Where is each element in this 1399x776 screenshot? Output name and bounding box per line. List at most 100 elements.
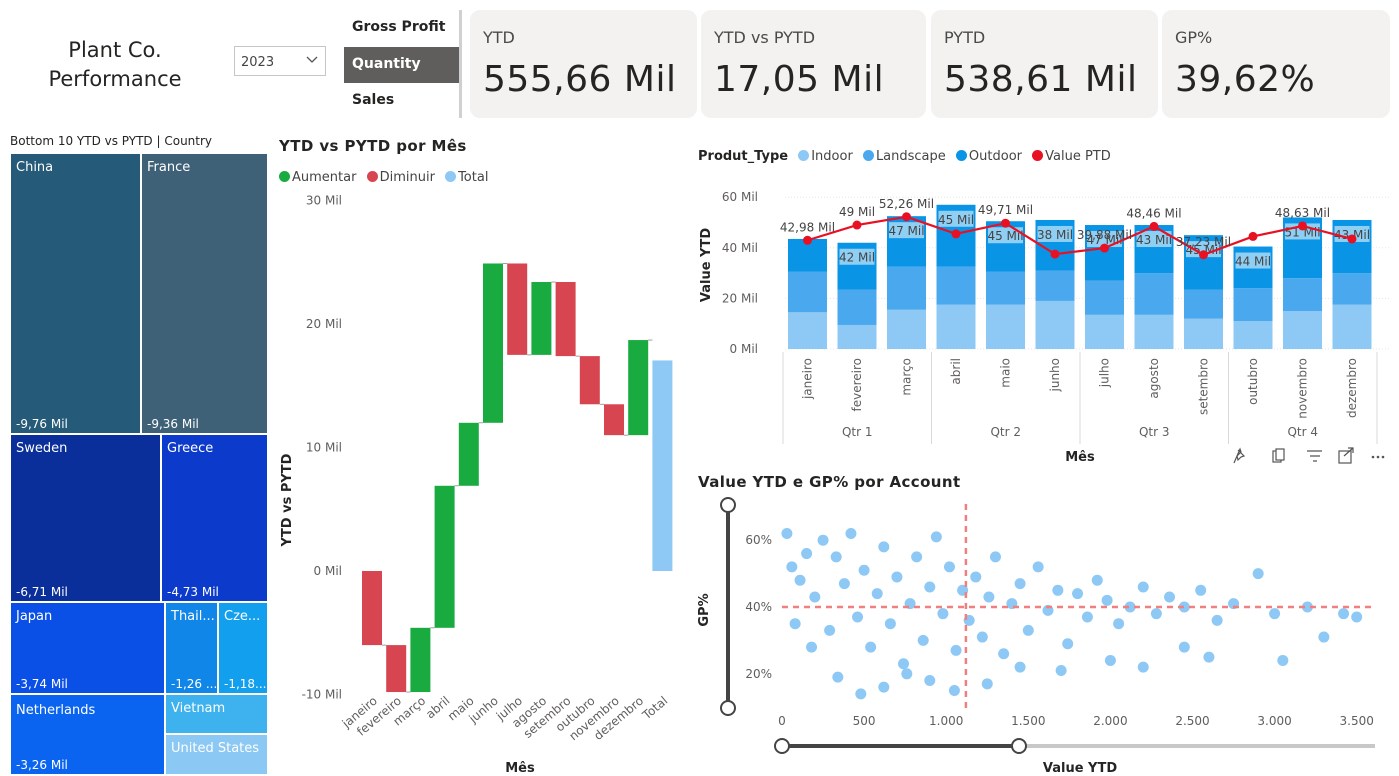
bar-landscape (936, 266, 976, 305)
scatter-point (858, 564, 870, 576)
treemap-cell-netherlands[interactable]: Netherlands -3,26 Mil (10, 694, 165, 775)
scatter-x-tick: 2.000 (1093, 714, 1127, 728)
scatter-point (845, 528, 857, 540)
value-ptd-label: 42,98 Mil (780, 220, 835, 234)
bar-landscape (1283, 278, 1322, 312)
year-dropdown[interactable]: 2023 (234, 46, 326, 76)
scatter-point (1338, 608, 1350, 620)
treemap-cell-thailand[interactable]: Thail... -1,26 ... (165, 602, 218, 694)
y-range-slider-handle-bottom[interactable] (720, 700, 736, 716)
combo-x-tick: novembro (1296, 358, 1310, 419)
scatter-point (1062, 638, 1074, 650)
scatter-point (871, 588, 883, 600)
treemap-cell-name: France (147, 160, 191, 175)
treemap-cell-france[interactable]: France -9,36 Mil (141, 153, 268, 434)
waterfall-y-tick: -10 Mil (302, 688, 342, 702)
waterfall-bar (531, 282, 552, 355)
legend-item-landscape[interactable]: Landscape (862, 149, 946, 164)
filter-icon[interactable] (1307, 450, 1322, 462)
treemap-cell-china[interactable]: China -9,76 Mil (10, 153, 141, 434)
scatter-point (809, 591, 821, 603)
more-icon[interactable] (1371, 455, 1385, 459)
legend-item-aumentar[interactable]: Aumentar (279, 170, 356, 185)
value-ptd-point (1298, 221, 1307, 231)
waterfall-bar (507, 263, 528, 355)
scatter-point (981, 678, 993, 690)
bar-landscape (1085, 280, 1124, 315)
treemap-cell-value: -3,74 Mil (16, 677, 68, 691)
slicer-item-sales[interactable]: Sales (344, 83, 459, 119)
combo-y-tick: 20 Mil (722, 291, 758, 305)
y-range-slider-handle-top[interactable] (720, 497, 736, 513)
scatter-point (781, 528, 793, 540)
kpi-label: PYTD (944, 28, 986, 47)
treemap-cell-vietnam[interactable]: Vietnam (165, 694, 268, 734)
treemap-cell-value: -6,71 Mil (16, 585, 68, 599)
scatter-x-tick: 3.000 (1257, 714, 1291, 728)
legend-item-value-ptd[interactable]: Value PTD (1032, 149, 1111, 164)
report-title: Plant Co. Performance (30, 36, 200, 94)
scatter-point (1101, 594, 1113, 606)
x-range-slider-handle-left[interactable] (774, 738, 790, 754)
value-ptd-point (902, 212, 911, 222)
treemap-cell-sweden[interactable]: Sweden -6,71 Mil (10, 434, 161, 602)
slicer-item-gross-profit[interactable]: Gross Profit (344, 10, 459, 46)
x-range-slider-handle-right[interactable] (1011, 738, 1027, 754)
legend-item-diminuir[interactable]: Diminuir (366, 170, 435, 185)
kpi-value: 538,61 Mil (944, 59, 1138, 100)
bar-indoor (936, 304, 976, 349)
value-ptd-point (1347, 234, 1357, 244)
scatter-point (817, 534, 829, 546)
bar-landscape (837, 289, 877, 325)
scatter-point (1113, 618, 1125, 630)
waterfall-bar (434, 485, 455, 628)
value-ptd-point (1199, 250, 1208, 260)
legend-label: Landscape (875, 149, 946, 164)
kpi-value: 39,62% (1175, 59, 1316, 100)
legend-item-total[interactable]: Total (445, 170, 488, 185)
scatter-x-axis-label: Value YTD (1043, 761, 1117, 776)
legend-item-outdoor[interactable]: Outdoor (955, 149, 1022, 164)
waterfall-chart: YTD vs PYTD Mês 30 Mil 20 Mil 10 Mil 0 Mil -… (280, 194, 673, 776)
treemap-cell-name: Vietnam (171, 701, 226, 716)
legend-item-indoor[interactable]: Indoor (798, 149, 853, 164)
scatter-point (1252, 568, 1264, 580)
combo-x-tick: fevereiro (850, 358, 864, 412)
scatter-point (1055, 664, 1067, 676)
treemap-cell-value: -9,76 Mil (16, 417, 68, 431)
combo-x-tick: junho (1048, 358, 1062, 393)
treemap-cell-japan[interactable]: Japan -3,74 Mil (10, 602, 165, 694)
bar-indoor (1134, 314, 1174, 349)
scatter-point (1211, 614, 1223, 626)
combo-chart: Value YTD Mês 60 Mil 40 Mil 20 Mil 0 Mil jan… (699, 190, 1390, 465)
legend-dot (798, 150, 810, 161)
scatter-point (1195, 584, 1207, 596)
bar-total-label: 44 Mil (1235, 255, 1271, 269)
scatter-point (884, 618, 896, 630)
scatter-point (898, 658, 910, 670)
kpi-card-gp-percent: GP% 39,62% (1162, 10, 1390, 118)
treemap-title: Bottom 10 YTD vs PYTD | Country (10, 134, 213, 148)
treemap-cell-greece[interactable]: Greece -4,73 Mil (161, 434, 268, 602)
year-dropdown-value: 2023 (241, 55, 275, 70)
value-ptd-label: 49,71 Mil (978, 203, 1033, 217)
slicer-item-quantity[interactable]: Quantity (344, 47, 459, 83)
value-ptd-point (803, 235, 812, 245)
treemap-cell-united-states[interactable]: United States (165, 734, 268, 775)
scatter-point (838, 578, 850, 590)
value-ptd-label: 48,63 Mil (1275, 206, 1330, 220)
copy-icon[interactable] (1272, 448, 1285, 463)
pin-icon[interactable] (1233, 447, 1246, 464)
bar-total-label: 47 Mil (888, 224, 924, 238)
bar-indoor (1184, 318, 1223, 349)
legend-dot (1032, 150, 1044, 161)
scatter-point (865, 641, 877, 653)
waterfall-bar (628, 340, 649, 436)
kpi-label: YTD (483, 28, 515, 47)
expand-icon[interactable] (1338, 447, 1354, 464)
scatter-point (1091, 574, 1103, 586)
scatter-point (1137, 581, 1149, 593)
waterfall-y-tick: 20 Mil (306, 317, 342, 331)
treemap-cell-czech[interactable]: Cze... -1,18... (218, 602, 268, 694)
scatter-point (930, 531, 942, 543)
